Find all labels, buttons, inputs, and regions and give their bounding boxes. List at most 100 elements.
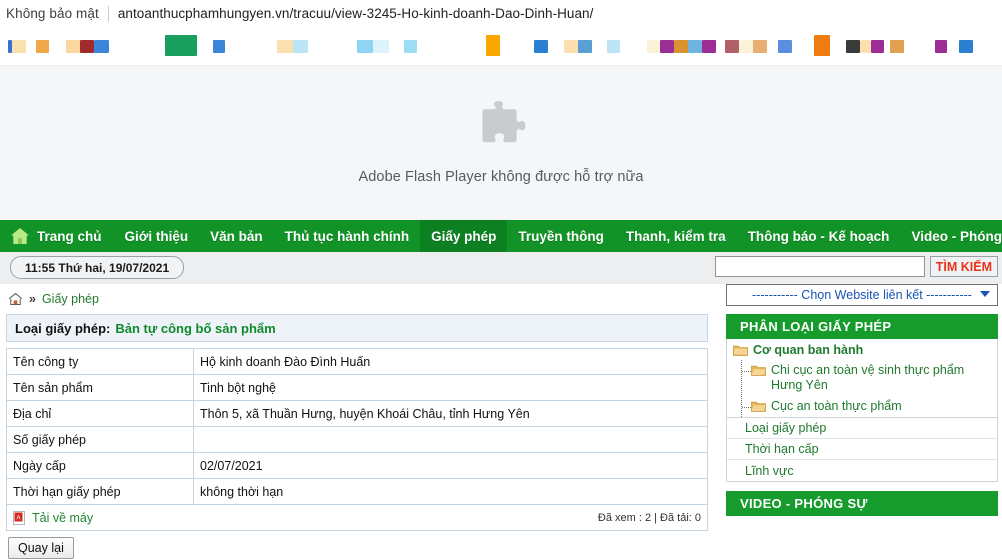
- video-panel-title: VIDEO - PHÓNG SỰ: [726, 491, 998, 516]
- bookmark-item[interactable]: [739, 40, 753, 53]
- bookmark-item[interactable]: [702, 40, 716, 53]
- bookmark-item[interactable]: [486, 35, 500, 56]
- website-link-select-label: ----------- Chọn Website liên kết ------…: [752, 288, 972, 302]
- bookmark-item[interactable]: [660, 40, 674, 53]
- breadcrumb-current[interactable]: Giấy phép: [42, 292, 99, 306]
- home-icon: [11, 228, 29, 244]
- bookmark-item[interactable]: [277, 40, 293, 53]
- nav-item-0[interactable]: Giới thiệu: [114, 220, 200, 252]
- back-button[interactable]: Quay lại: [8, 537, 74, 559]
- bookmark-item[interactable]: [94, 40, 109, 53]
- bookmark-item[interactable]: [373, 40, 389, 53]
- bookmark-item[interactable]: [725, 40, 739, 53]
- bookmark-item[interactable]: [814, 35, 830, 56]
- browser-chrome: Không bảo mật antoanthucphamhungyen.vn/t…: [0, 0, 1002, 27]
- nav-item-6[interactable]: Thông báo - Kế hoạch: [737, 220, 901, 252]
- folder-icon: [733, 345, 748, 356]
- detail-key: Ngày cấp: [6, 452, 194, 479]
- tree-child-item[interactable]: Cục an toàn thực phẩm: [742, 396, 997, 417]
- bookmark-item[interactable]: [674, 40, 688, 53]
- download-link[interactable]: A Tải về máy: [13, 510, 93, 525]
- bookmark-item[interactable]: [66, 40, 80, 53]
- page-body: » Giấy phép Loại giấy phép: Bản tự công …: [0, 284, 1002, 559]
- detail-value[interactable]: Thôn 5, xã Thuần Hưng, huyện Khoái Châu,…: [193, 400, 708, 427]
- bookmark-item[interactable]: [534, 40, 548, 53]
- bookmark-item[interactable]: [12, 40, 26, 53]
- pdf-icon: A: [13, 510, 25, 525]
- filter-item-1[interactable]: Thời hạn cấp: [727, 439, 997, 460]
- detail-value: không thời hạn: [193, 478, 708, 505]
- sidebar: ----------- Chọn Website liên kết ------…: [726, 284, 998, 516]
- breadcrumb: » Giấy phép: [0, 284, 714, 314]
- tree-children: Chi cục an toàn vệ sinh thực phẩm Hưng Y…: [741, 360, 997, 417]
- nav-item-5[interactable]: Thanh, kiểm tra: [615, 220, 737, 252]
- tree-root-label: Cơ quan ban hành: [753, 343, 864, 357]
- license-type-label: Loại giấy phép:: [15, 320, 111, 336]
- search-input[interactable]: [714, 256, 925, 277]
- download-cell: A Tải về máy Đã xem : 2 | Đã tải: 0: [6, 504, 708, 531]
- tree-root-item[interactable]: Cơ quan ban hành: [727, 339, 997, 360]
- bookmark-item[interactable]: [846, 40, 860, 53]
- website-link-select[interactable]: ----------- Chọn Website liên kết ------…: [726, 284, 998, 306]
- site-content: Trang chủ Giới thiệu Văn bản Thủ tục hành c…: [0, 220, 1002, 559]
- detail-value[interactable]: Tinh bột nghệ: [193, 374, 708, 401]
- chevron-down-icon: [980, 291, 990, 297]
- detail-value[interactable]: Hộ kinh doanh Đào Đình Huấn: [193, 348, 708, 375]
- omnibox[interactable]: Không bảo mật antoanthucphamhungyen.vn/t…: [0, 0, 1002, 27]
- home-icon[interactable]: [8, 292, 23, 306]
- search-area[interactable]: TÌM KIẾM: [714, 256, 998, 277]
- security-status-label[interactable]: Không bảo mật: [0, 6, 99, 21]
- nav-item-2[interactable]: Thủ tục hành chính: [274, 220, 421, 252]
- tree-child-item[interactable]: Chi cục an toàn vệ sinh thực phẩm Hưng Y…: [742, 360, 997, 396]
- table-row: Tên sản phẩm Tinh bột nghệ: [6, 374, 708, 401]
- bookmark-item[interactable]: [404, 40, 417, 53]
- datetime-display: 11:55 Thứ hai, 19/07/2021: [10, 256, 185, 279]
- bookmark-item[interactable]: [860, 40, 871, 53]
- bookmark-item[interactable]: [647, 40, 660, 53]
- bookmark-item[interactable]: [564, 40, 578, 53]
- license-category-panel-title: PHÂN LOẠI GIẤY PHÉP: [726, 314, 998, 339]
- view-download-stats: Đã xem : 2 | Đã tải: 0: [597, 511, 701, 524]
- bookmark-item[interactable]: [578, 40, 592, 53]
- detail-key: Thời hạn giấy phép: [6, 478, 194, 505]
- detail-value: [193, 426, 708, 453]
- nav-item-home[interactable]: Trang chủ: [0, 220, 114, 252]
- bookmark-item[interactable]: [357, 40, 373, 53]
- bookmark-item[interactable]: [80, 40, 94, 53]
- nav-item-3[interactable]: Giấy phép: [420, 220, 508, 252]
- license-type-banner: Loại giấy phép: Bản tự công bố sản phẩm: [6, 314, 708, 342]
- nav-item-1[interactable]: Văn bản: [199, 220, 274, 252]
- bookmark-item[interactable]: [165, 35, 197, 56]
- tree-connector: [742, 407, 751, 409]
- bookmark-item[interactable]: [36, 40, 49, 53]
- bookmarks-bar[interactable]: [0, 27, 1002, 66]
- bookmark-item[interactable]: [753, 40, 767, 53]
- bookmark-item[interactable]: [871, 40, 884, 53]
- filter-item-0[interactable]: Loại giấy phép: [727, 418, 997, 439]
- table-row: Thời hạn giấy phép không thời hạn: [6, 478, 708, 505]
- tree-connector: [742, 371, 751, 373]
- main-navigation[interactable]: Trang chủ Giới thiệu Văn bản Thủ tục hành c…: [0, 220, 1002, 252]
- bookmark-item[interactable]: [890, 40, 904, 53]
- url-text[interactable]: antoanthucphamhungyen.vn/tracuu/view-324…: [118, 6, 594, 21]
- breadcrumb-separator: »: [29, 292, 36, 306]
- detail-key: Số giấy phép: [6, 426, 194, 453]
- bookmark-item[interactable]: [959, 40, 973, 53]
- bookmark-item[interactable]: [778, 40, 792, 53]
- bookmark-item[interactable]: [213, 40, 225, 53]
- nav-item-home-label: Trang chủ: [37, 228, 102, 244]
- table-row: Tên công ty Hộ kinh doanh Đào Đình Huấn: [6, 348, 708, 375]
- utility-bar: 11:55 Thứ hai, 19/07/2021 TÌM KIẾM: [0, 252, 1002, 285]
- filter-item-2[interactable]: Lĩnh vực: [727, 460, 997, 481]
- nav-item-4[interactable]: Truyền thông: [507, 220, 615, 252]
- bookmark-item[interactable]: [935, 40, 947, 53]
- table-row: Địa chỉ Thôn 5, xã Thuần Hưng, huyện Khoá…: [6, 400, 708, 427]
- bookmark-item[interactable]: [293, 40, 308, 53]
- license-type-value: Bản tự công bố sản phẩm: [115, 320, 276, 336]
- bookmark-item[interactable]: [688, 40, 702, 53]
- search-button[interactable]: TÌM KIẾM: [929, 256, 998, 277]
- nav-item-7[interactable]: Video - Phóng sự: [900, 220, 1002, 252]
- main-column: » Giấy phép Loại giấy phép: Bản tự công …: [0, 284, 714, 559]
- bookmark-item[interactable]: [607, 40, 620, 53]
- table-row: Ngày cấp 02/07/2021: [6, 452, 708, 479]
